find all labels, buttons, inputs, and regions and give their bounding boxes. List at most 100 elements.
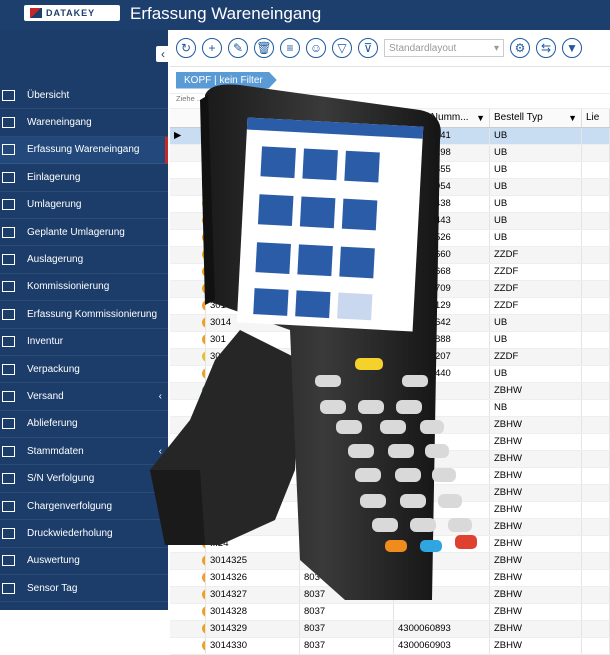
magnifier-icon[interactable]: [202, 198, 205, 209]
magnifier-icon[interactable]: [202, 487, 205, 498]
sidebar-item[interactable]: Erfassung Wareneingang: [0, 136, 168, 165]
header-lie[interactable]: Lie: [582, 109, 610, 127]
table-row[interactable]: 301 4300049668 ZZDF: [170, 264, 610, 281]
sidebar-item[interactable]: Stammdaten ‹: [0, 438, 168, 466]
table-row[interactable]: 3014 4300050129 ZZDF: [170, 298, 610, 315]
magnifier-icon[interactable]: [202, 589, 205, 600]
edit-icon[interactable]: ✎: [228, 38, 248, 58]
filter-chip[interactable]: KOPF | kein Filter: [176, 71, 277, 89]
magnifier-icon[interactable]: [202, 283, 205, 294]
header-bestell-nummer[interactable]: Bestell Numm... ▼: [394, 109, 490, 127]
sidebar-item[interactable]: Erfassung Kommissionierung: [0, 301, 168, 329]
table-row[interactable]: 301 4300049660 ZZDF: [170, 247, 610, 264]
settings-icon[interactable]: ⚙: [510, 38, 530, 58]
filter-icon[interactable]: ▼: [568, 109, 577, 127]
magnifier-icon[interactable]: [202, 453, 205, 464]
header-bestell-typ[interactable]: Bestell Typ ▼: [490, 109, 582, 127]
table-row[interactable]: 3014327 8037 ZBHW: [170, 587, 610, 604]
table-row[interactable]: NB: [170, 400, 610, 417]
delete-icon[interactable]: 🗑: [254, 38, 274, 58]
magnifier-icon[interactable]: [202, 419, 205, 430]
table-row[interactable]: 3014 4300050642 UB: [170, 315, 610, 332]
sidebar-item[interactable]: Druckwiederholung: [0, 520, 168, 548]
table-row[interactable]: 301 4300051207 ZZDF: [170, 349, 610, 366]
magnifier-icon[interactable]: [202, 640, 205, 651]
table-row[interactable]: ZBHW: [170, 451, 610, 468]
magnifier-icon[interactable]: [202, 351, 205, 362]
sidebar-item[interactable]: Kommissionierung: [0, 274, 168, 302]
table-row[interactable]: ...6917 ZBHW: [170, 383, 610, 400]
magnifier-icon[interactable]: [202, 402, 205, 413]
table-row[interactable]: 301 4300050888 UB: [170, 332, 610, 349]
magnifier-icon[interactable]: [202, 521, 205, 532]
sidebar-item[interactable]: Ablieferung: [0, 411, 168, 439]
magnifier-icon[interactable]: [202, 385, 205, 396]
magnifier-icon[interactable]: [202, 249, 205, 260]
list-icon[interactable]: ≡: [280, 38, 300, 58]
table-row[interactable]: 4300047954 UB: [170, 179, 610, 196]
filter-clear-icon[interactable]: ⊽: [358, 38, 378, 58]
table-row[interactable]: ZBHW: [170, 502, 610, 519]
magnifier-icon[interactable]: [202, 606, 205, 617]
sidebar-item[interactable]: Einlagerung: [0, 164, 168, 192]
filter-icon[interactable]: ▽: [332, 38, 352, 58]
magnifier-icon[interactable]: [202, 470, 205, 481]
sidebar-item[interactable]: Versand ‹: [0, 383, 168, 411]
magnifier-icon[interactable]: [202, 368, 205, 379]
table-row[interactable]: ZBHW: [170, 434, 610, 451]
magnifier-icon[interactable]: [202, 147, 205, 158]
header-col-1[interactable]: ▼: [206, 109, 300, 127]
filter-icon[interactable]: ▼: [380, 109, 389, 127]
sidebar-item[interactable]: Wareneingang: [0, 109, 168, 137]
table-row[interactable]: 4300048526 UB: [170, 230, 610, 247]
table-row[interactable]: ...24 ZBHW: [170, 536, 610, 553]
sidebar-item[interactable]: S/N Verfolgung: [0, 465, 168, 493]
table-row[interactable]: 301 4300049709 ZZDF: [170, 281, 610, 298]
table-row[interactable]: ...74 ZBHW: [170, 417, 610, 434]
sidebar-item[interactable]: Übersicht: [0, 82, 168, 110]
user-icon[interactable]: ☺: [306, 38, 326, 58]
table-row[interactable]: 4300045198 UB: [170, 145, 610, 162]
sidebar-item[interactable]: Sensor Tag: [0, 575, 168, 603]
magnifier-icon[interactable]: [202, 300, 205, 311]
table-row[interactable]: ZBHW: [170, 468, 610, 485]
magnifier-icon[interactable]: [202, 538, 205, 549]
sidebar-item[interactable]: Chargenverfolgung: [0, 493, 168, 521]
table-row[interactable]: 3014326 803 ZBHW: [170, 570, 610, 587]
refresh-icon[interactable]: ↻: [176, 38, 196, 58]
filter-icon[interactable]: ▼: [562, 38, 582, 58]
magnifier-icon[interactable]: [202, 623, 205, 634]
table-row[interactable]: ▶ 4300044941 UB: [170, 128, 610, 145]
magnifier-icon[interactable]: [202, 572, 205, 583]
table-row[interactable]: ZBHW: [170, 485, 610, 502]
sidebar-item[interactable]: Auswertung: [0, 548, 168, 576]
magnifier-icon[interactable]: [202, 504, 205, 515]
sidebar-item[interactable]: Verpackung: [0, 356, 168, 384]
table-row[interactable]: 3014330 8037 4300060903 ZBHW: [170, 638, 610, 655]
sidebar-item[interactable]: Geplante Umlagerung: [0, 219, 168, 247]
table-row[interactable]: 4300048443 UB: [170, 213, 610, 230]
filter-icon[interactable]: ▼: [476, 109, 485, 127]
magnifier-icon[interactable]: [202, 164, 205, 175]
magnifier-icon[interactable]: [202, 436, 205, 447]
magnifier-icon[interactable]: [202, 232, 205, 243]
table-row[interactable]: 3014329 8037 4300060893 ZBHW: [170, 621, 610, 638]
table-row[interactable]: 4300051440 UB: [170, 366, 610, 383]
magnifier-icon[interactable]: [202, 555, 205, 566]
layout-select[interactable]: Standardlayout ▾: [384, 39, 504, 57]
table-row[interactable]: 3014325 803 ZBHW: [170, 553, 610, 570]
sidebar-item[interactable]: Inventur: [0, 329, 168, 356]
filter-icon[interactable]: ▼: [286, 109, 295, 127]
sidebar-item[interactable]: Auslagerung: [0, 246, 168, 274]
magnifier-icon[interactable]: [202, 266, 205, 277]
table-row[interactable]: ZBHW: [170, 519, 610, 536]
table-row[interactable]: 4300046855 UB: [170, 162, 610, 179]
magnifier-icon[interactable]: [202, 181, 205, 192]
magnifier-icon[interactable]: [202, 334, 205, 345]
header-col-2[interactable]: ▼: [300, 109, 394, 127]
columns-icon[interactable]: ⇆: [536, 38, 556, 58]
sidebar-item[interactable]: Umlagerung: [0, 192, 168, 219]
add-icon[interactable]: +: [202, 38, 222, 58]
magnifier-icon[interactable]: [202, 317, 205, 328]
collapse-sidebar-button[interactable]: ‹: [156, 46, 170, 62]
